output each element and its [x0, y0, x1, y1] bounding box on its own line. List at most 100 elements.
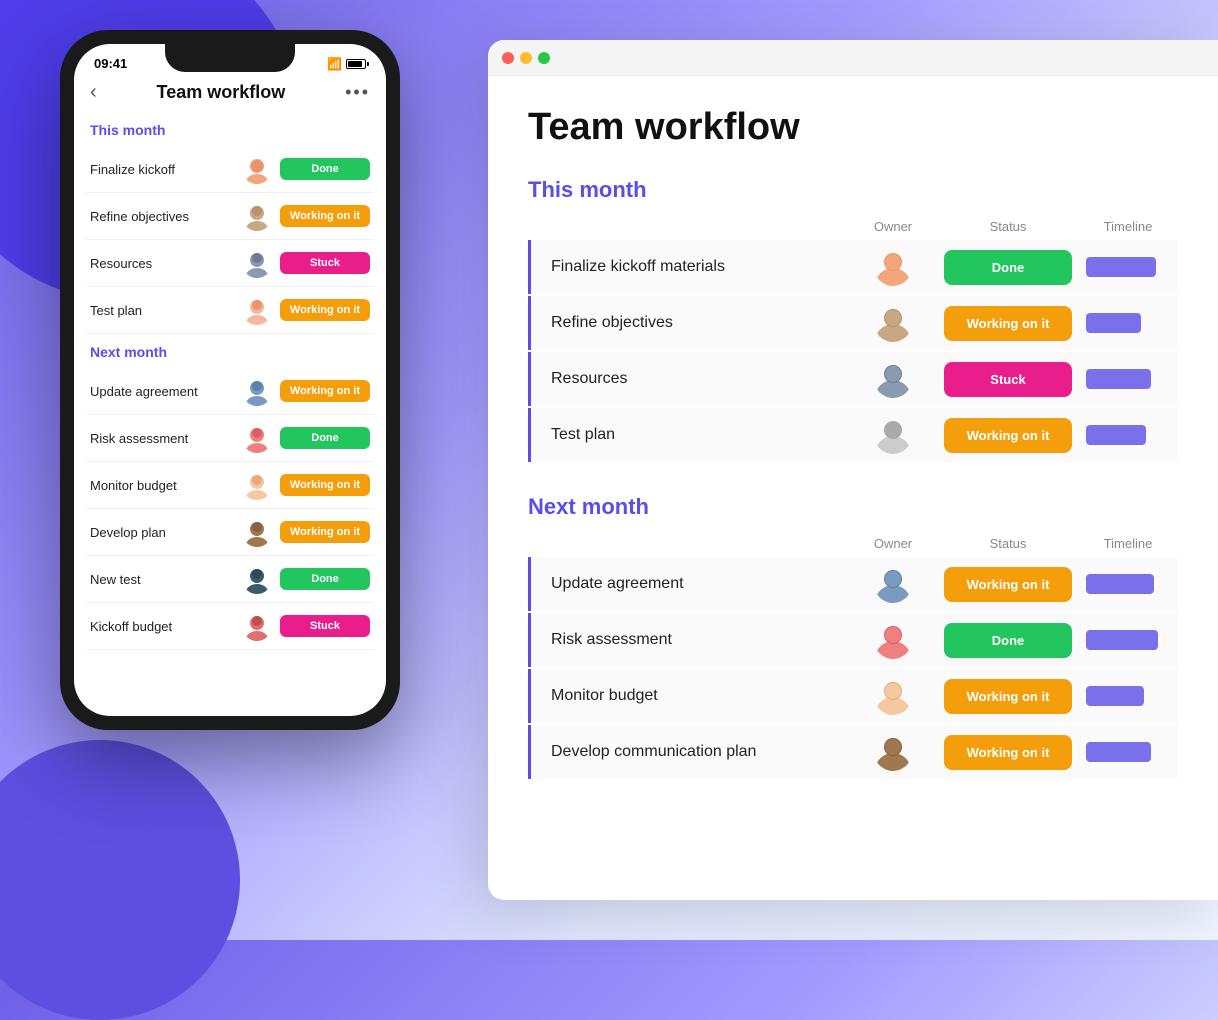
task-status: Stuck — [938, 362, 1078, 397]
window-titlebar — [488, 40, 1218, 76]
task-name: Develop communication plan — [531, 725, 848, 779]
task-row[interactable]: Test plan Working on it — [528, 408, 1178, 462]
back-button[interactable]: ‹ — [90, 81, 97, 104]
task-row[interactable]: Resources Stuck — [528, 352, 1178, 406]
status-badge: Done — [944, 250, 1072, 285]
desktop-window: Team workflow This month Owner Status Ti… — [488, 40, 1218, 900]
phone-icons: 📶 — [327, 57, 366, 71]
phone-task-name: Risk assessment — [90, 431, 234, 446]
task-owner — [848, 304, 938, 342]
task-row[interactable]: Develop communication plan Working on it — [528, 725, 1178, 779]
phone-task-row: Refine objectives Working on it — [86, 193, 374, 240]
col-time-header: Timeline — [1078, 219, 1178, 234]
task-name: Risk assessment — [531, 613, 848, 667]
task-owner — [848, 248, 938, 286]
phone-task-row: Develop plan Working on it — [86, 509, 374, 556]
phone-task-status: Stuck — [280, 615, 370, 637]
phone-task-row: Resources Stuck — [86, 240, 374, 287]
phone-mockup: 09:41 📶 ‹ Team workflow ••• This month — [60, 30, 400, 730]
col-status-header: Status — [938, 219, 1078, 234]
phone-owner-avatar — [242, 611, 272, 641]
owner-avatar — [874, 248, 912, 286]
task-owner — [848, 360, 938, 398]
phone-task-name: Monitor budget — [90, 478, 234, 493]
more-button[interactable]: ••• — [345, 82, 370, 103]
phone-task-name: Test plan — [90, 303, 234, 318]
phone-task-name: New test — [90, 572, 234, 587]
phone-task-row: Risk assessment Done — [86, 415, 374, 462]
task-name: Resources — [531, 352, 848, 406]
phone-owner-avatar — [242, 201, 272, 231]
owner-avatar — [874, 565, 912, 603]
close-dot[interactable] — [502, 52, 514, 64]
task-status: Done — [938, 623, 1078, 658]
phone-content: This month Finalize kickoff Done Refine … — [74, 112, 386, 694]
status-badge: Working on it — [944, 418, 1072, 453]
status-badge: Working on it — [944, 306, 1072, 341]
phone-owner-avatar — [242, 295, 272, 325]
task-name: Monitor budget — [531, 669, 848, 723]
task-owner — [848, 416, 938, 454]
status-badge: Working on it — [944, 735, 1072, 770]
task-owner — [848, 621, 938, 659]
timeline-bar — [1086, 686, 1144, 706]
timeline-bar — [1086, 425, 1146, 445]
col-status-header: Status — [938, 536, 1078, 551]
task-status: Working on it — [938, 679, 1078, 714]
maximize-dot[interactable] — [538, 52, 550, 64]
status-badge: Stuck — [944, 362, 1072, 397]
phone-this-month-label: This month — [86, 112, 374, 146]
task-status: Working on it — [938, 418, 1078, 453]
phone-time: 09:41 — [94, 56, 127, 71]
window-title: Team workflow — [528, 106, 1178, 149]
phone-task-status: Working on it — [280, 380, 370, 402]
timeline-bar — [1086, 257, 1156, 277]
phone-screen: 09:41 📶 ‹ Team workflow ••• This month — [74, 44, 386, 716]
phone-task-status: Stuck — [280, 252, 370, 274]
phone-task-row: Kickoff budget Stuck — [86, 603, 374, 650]
phone-nav: ‹ Team workflow ••• — [74, 75, 386, 112]
phone-body: 09:41 📶 ‹ Team workflow ••• This month — [60, 30, 400, 730]
battery-icon — [346, 59, 366, 69]
phone-notch — [165, 44, 295, 72]
phone-owner-avatar — [242, 248, 272, 278]
task-timeline — [1078, 313, 1178, 333]
task-timeline — [1078, 742, 1178, 762]
task-timeline — [1078, 257, 1178, 277]
task-timeline — [1078, 686, 1178, 706]
task-row[interactable]: Risk assessment Done — [528, 613, 1178, 667]
phone-task-name: Resources — [90, 256, 234, 271]
task-owner — [848, 677, 938, 715]
phone-owner-avatar — [242, 564, 272, 594]
col-time-header: Timeline — [1078, 536, 1178, 551]
task-row[interactable]: Monitor budget Working on it — [528, 669, 1178, 723]
timeline-bar — [1086, 313, 1141, 333]
next-month-header: Next month — [528, 494, 1178, 520]
phone-owner-avatar — [242, 517, 272, 547]
owner-avatar — [874, 621, 912, 659]
phone-task-name: Finalize kickoff — [90, 162, 234, 177]
task-name: Test plan — [531, 408, 848, 462]
phone-task-status: Done — [280, 158, 370, 180]
task-name: Update agreement — [531, 557, 848, 611]
task-timeline — [1078, 574, 1178, 594]
phone-task-name: Develop plan — [90, 525, 234, 540]
phone-task-row: Test plan Working on it — [86, 287, 374, 334]
bg-blob-bottom — [0, 740, 240, 1020]
task-status: Working on it — [938, 567, 1078, 602]
timeline-bar — [1086, 369, 1151, 389]
phone-task-row: Finalize kickoff Done — [86, 146, 374, 193]
phone-task-status: Working on it — [280, 474, 370, 496]
minimize-dot[interactable] — [520, 52, 532, 64]
timeline-bar — [1086, 630, 1158, 650]
phone-task-row: Monitor budget Working on it — [86, 462, 374, 509]
status-badge: Working on it — [944, 679, 1072, 714]
owner-avatar — [874, 677, 912, 715]
task-row[interactable]: Finalize kickoff materials Done — [528, 240, 1178, 294]
task-owner — [848, 733, 938, 771]
task-row[interactable]: Refine objectives Working on it — [528, 296, 1178, 350]
phone-task-name: Kickoff budget — [90, 619, 234, 634]
wifi-icon: 📶 — [327, 57, 342, 71]
task-row[interactable]: Update agreement Working on it — [528, 557, 1178, 611]
phone-owner-avatar — [242, 470, 272, 500]
